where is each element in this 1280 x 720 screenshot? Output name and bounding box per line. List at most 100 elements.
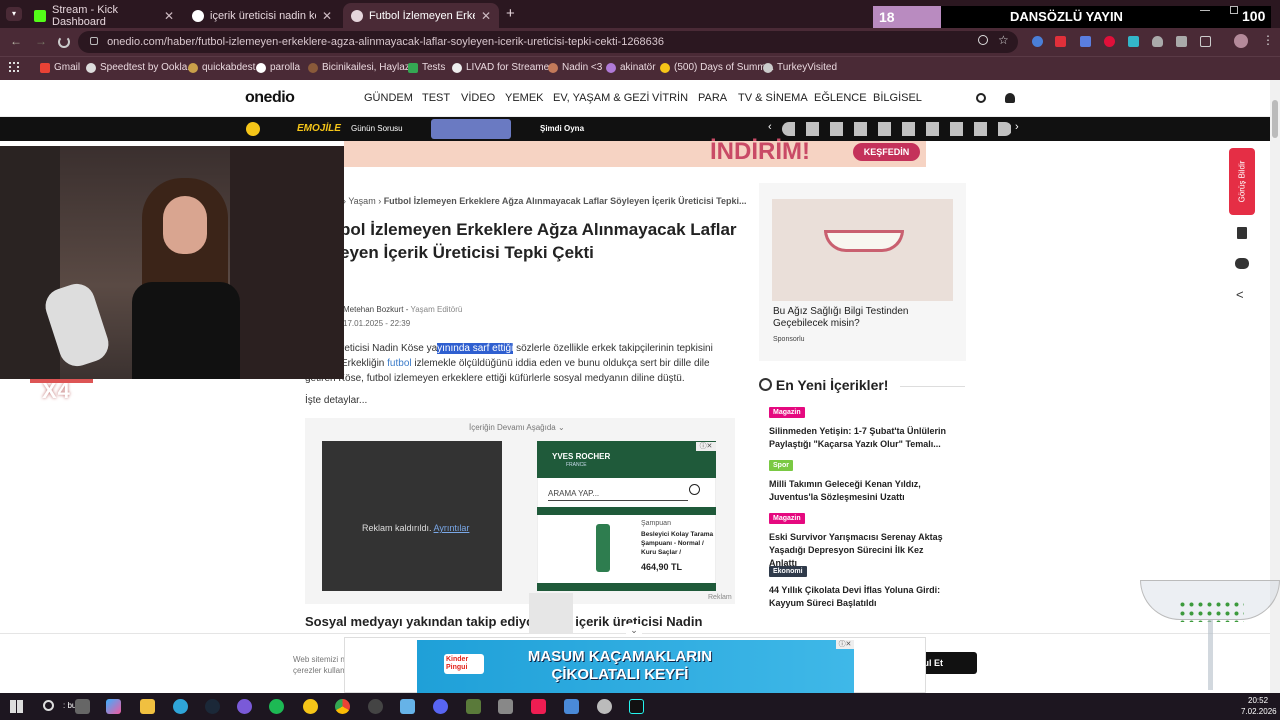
bookmark-turkeyvisited[interactable]: TurkeyVisited — [763, 62, 837, 73]
selected-text[interactable]: yınında sarf ettiği — [437, 343, 514, 354]
list-item[interactable]: Ekonomi 44 Yıllık Çikolata Devi İflas Yo… — [759, 564, 966, 609]
settings-icon[interactable] — [597, 699, 612, 714]
emojile-logo[interactable]: EMOJİLE — [297, 123, 341, 134]
spotify-icon[interactable] — [269, 699, 284, 714]
nav-video[interactable]: VİDEO — [461, 92, 495, 104]
football-link[interactable]: futbol — [387, 358, 411, 369]
bookmark-speedtest[interactable]: Speedtest by Ookla... — [86, 62, 196, 73]
list-item[interactable]: Magazin Silinmeden Yetişin: 1-7 Şubat'ta… — [759, 405, 966, 450]
user-icon[interactable] — [1005, 93, 1015, 103]
promo-banner[interactable] — [344, 141, 926, 167]
nav-yemek[interactable]: YEMEK — [505, 92, 544, 104]
nav-tv-sinema[interactable]: TV & SİNEMA — [738, 92, 808, 104]
task-view-icon[interactable] — [75, 699, 90, 714]
tab-list-chevron-icon[interactable]: ▾ — [6, 7, 22, 21]
tab-onedio-article[interactable]: Futbol İzlemeyen Erkeklere Ağz ✕ — [343, 3, 499, 28]
edge-icon[interactable] — [173, 699, 188, 714]
url-input[interactable]: onedio.com/haber/futbol-izlemeyen-erkekl… — [78, 31, 1018, 53]
forward-icon[interactable]: → — [35, 34, 47, 48]
bookmark-500-days[interactable]: (500) Days of Summ... — [660, 62, 774, 73]
extension-icon[interactable] — [1128, 36, 1139, 47]
bookmark-bicinikailesi[interactable]: Bicinikailesi, Haylaz... — [308, 62, 418, 73]
bookmark-livad[interactable]: LIVAD for Streamers — [452, 62, 558, 73]
discord-icon[interactable] — [433, 699, 448, 714]
bookmark-tests[interactable]: Tests — [408, 62, 445, 73]
bookmark-nadin[interactable]: Nadin <3 — [548, 62, 602, 73]
category-badge[interactable]: Ekonomi — [769, 566, 807, 577]
list-item[interactable]: Magazin Eski Survivor Yarışmacısı Serena… — [759, 511, 966, 568]
start-icon[interactable] — [10, 700, 23, 713]
minimize-icon[interactable] — [1200, 10, 1210, 11]
ad-details-link[interactable]: Ayrıntılar — [434, 523, 470, 533]
puzzle-icon[interactable] — [1200, 36, 1211, 47]
bookmark-quickabdest[interactable]: quickabdest — [188, 62, 255, 73]
nav-para[interactable]: PARA — [698, 92, 727, 104]
author-name[interactable]: Metehan Bozkurt — [343, 305, 403, 314]
app-icon[interactable] — [303, 699, 318, 714]
category-badge[interactable]: Spor — [769, 460, 793, 471]
loading-icon[interactable] — [58, 36, 70, 48]
bookmark-icon[interactable] — [1237, 227, 1247, 239]
list-item-title[interactable]: Milli Takımın Geleceği Kenan Yıldız, Juv… — [769, 478, 969, 504]
nav-bilgisel[interactable]: BİLGİSEL — [873, 92, 922, 104]
scroll-right-icon[interactable]: › — [1015, 121, 1019, 133]
extension-icon[interactable] — [1176, 36, 1187, 47]
comments-icon[interactable] — [1235, 258, 1249, 269]
maximize-icon[interactable] — [1230, 6, 1238, 14]
obs-icon[interactable] — [368, 699, 383, 714]
tab-google-search[interactable]: içerik üreticisi nadin köse - Goo ✕ — [184, 3, 340, 28]
ad-collapse-icon[interactable]: ⌄ — [626, 624, 642, 636]
menu-icon[interactable]: ⋮ — [1262, 33, 1274, 47]
close-icon[interactable]: ✕ — [164, 9, 174, 23]
apps-icon[interactable] — [9, 62, 19, 72]
emoji-puzzle[interactable] — [431, 119, 511, 139]
extension-icon[interactable] — [1080, 36, 1091, 47]
yves-search-input[interactable]: ARAMA YAP... — [548, 489, 688, 501]
bookmark-gmail[interactable]: Gmail — [40, 62, 80, 73]
promo-discover-button[interactable]: KEŞFEDİN — [853, 143, 920, 161]
app-icon[interactable] — [237, 699, 252, 714]
sidebar-ad-title[interactable]: Bu Ağız Sağlığı Bilgi Testinden Geçebile… — [773, 306, 933, 330]
search-icon[interactable] — [976, 93, 986, 103]
new-tab-button[interactable]: + — [506, 5, 515, 22]
category-badge[interactable]: Magazin — [769, 407, 805, 418]
category-badge[interactable]: Magazin — [769, 513, 805, 524]
close-icon[interactable]: ✕ — [481, 9, 491, 23]
nav-test[interactable]: TEST — [422, 92, 450, 104]
scrollbar-thumb[interactable] — [1272, 100, 1278, 138]
breadcrumb-category[interactable]: Yaşam — [348, 196, 375, 206]
bookmark-akinator[interactable]: akinatör — [606, 62, 656, 73]
ad-close-icon[interactable]: ⓘ✕ — [696, 442, 716, 451]
bookmark-star-icon[interactable]: ☆ — [998, 33, 1009, 47]
search-icon[interactable] — [689, 484, 700, 495]
ad-close-icon[interactable]: ⓘ✕ — [836, 640, 854, 649]
share-icon[interactable]: < — [1236, 287, 1244, 302]
app-icon[interactable] — [466, 699, 481, 714]
scroll-left-icon[interactable]: ‹ — [768, 121, 772, 133]
back-icon[interactable]: ← — [10, 34, 22, 48]
site-info-icon[interactable] — [90, 37, 98, 45]
tab-kick-dashboard[interactable]: Stream - Kick Dashboard ✕ — [26, 3, 182, 28]
search-icon[interactable] — [43, 700, 54, 711]
scroll-down-button[interactable] — [529, 593, 573, 633]
steam-icon[interactable] — [205, 699, 220, 714]
zoom-icon[interactable] — [978, 35, 988, 45]
play-now-button[interactable]: Şimdi Oyna — [540, 124, 584, 133]
extension-icon[interactable] — [1032, 36, 1043, 47]
list-item[interactable]: Spor Milli Takımın Geleceği Kenan Yıldız… — [759, 458, 966, 503]
app-icon[interactable] — [564, 699, 579, 714]
nav-vitrin[interactable]: VİTRİN — [652, 92, 688, 104]
list-item-title[interactable]: Silinmeden Yetişin: 1-7 Şubat'ta Ünlüler… — [769, 425, 949, 451]
nav-gundem[interactable]: GÜNDEM — [364, 92, 413, 104]
extension-icon[interactable] — [1055, 36, 1066, 47]
avatar[interactable] — [1234, 34, 1248, 48]
close-icon[interactable]: ✕ — [322, 9, 332, 23]
tiktok-icon[interactable] — [531, 699, 546, 714]
copilot-icon[interactable] — [106, 699, 121, 714]
app-icon[interactable] — [400, 699, 415, 714]
extension-icon[interactable] — [1152, 36, 1163, 47]
site-logo[interactable]: onedio — [245, 89, 295, 107]
list-item-title[interactable]: 44 Yıllık Çikolata Devi İflas Yoluna Gir… — [769, 584, 949, 610]
bookmark-parolla[interactable]: parolla — [256, 62, 300, 73]
extension-icon[interactable] — [1104, 36, 1115, 47]
